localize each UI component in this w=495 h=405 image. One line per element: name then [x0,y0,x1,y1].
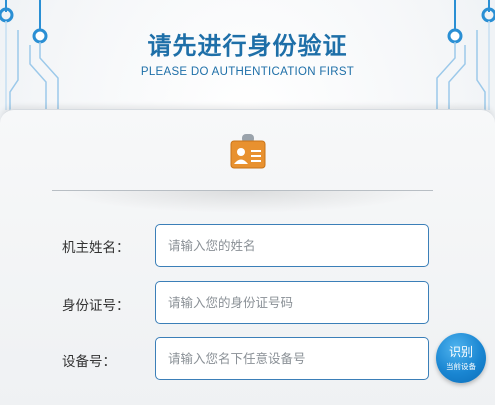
page-subtitle: PLEASE DO AUTHENTICATION FIRST [140,66,355,78]
page-title: 请先进行身份验证 [147,32,348,60]
id-card-icon [230,134,266,169]
identify-device-button[interactable]: 识别 当前设备 [436,333,486,383]
owner-name-label: 机主姓名： [62,240,130,256]
divider-shadow [60,191,425,213]
identify-button-label: 识别 [448,345,473,359]
id-number-label: 身份证号： [62,298,130,314]
owner-name-input[interactable] [155,224,429,267]
id-number-input[interactable] [155,281,429,324]
device-number-input[interactable] [155,337,429,380]
device-number-label: 设备号： [62,354,116,370]
identify-button-sublabel: 当前设备 [446,362,476,371]
